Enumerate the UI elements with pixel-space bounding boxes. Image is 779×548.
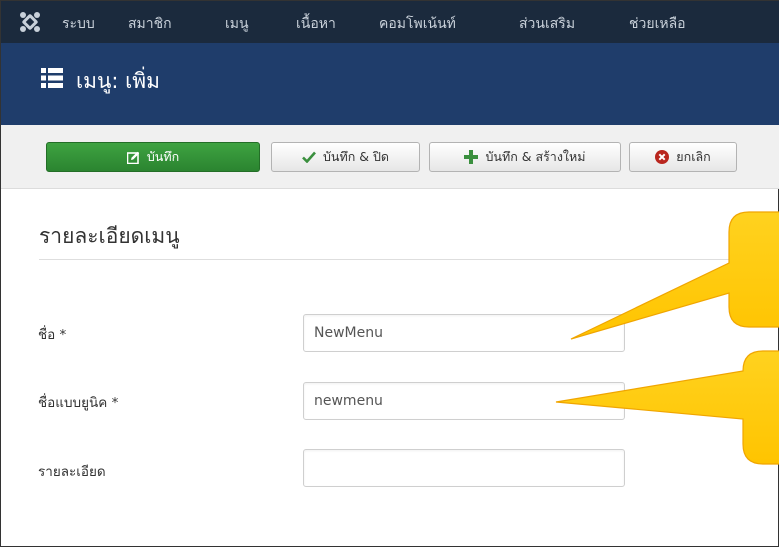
plus-icon	[464, 150, 479, 164]
top-navbar: ระบบ สมาชิก เมนู เนื้อหา คอมโพเน้นท์ ส่ว…	[1, 1, 779, 43]
section-title: รายละเอียดเมนู	[39, 224, 180, 248]
unique-name-field-label: ชื่อแบบยูนิค *	[38, 395, 119, 411]
title-field[interactable]	[303, 314, 625, 352]
joomla-logo-icon[interactable]	[19, 11, 41, 33]
cancel-button-label: ยกเลิก	[676, 149, 711, 164]
unique-name-field[interactable]	[303, 382, 625, 420]
nav-item-extensions[interactable]: ส่วนเสริม	[519, 13, 575, 35]
nav-item-content[interactable]: เนื้อหา	[296, 13, 336, 35]
save-button[interactable]: บันทึก	[46, 142, 260, 172]
title-field-label: ชื่อ *	[38, 327, 67, 343]
description-field[interactable]	[303, 449, 625, 487]
nav-item-help[interactable]: ช่วยเหลือ	[629, 13, 686, 35]
cancel-button[interactable]: ยกเลิก	[629, 142, 737, 172]
description-field-label: รายละเอียด	[38, 464, 106, 480]
page-header: เมนู: เพิ่ม	[1, 43, 779, 125]
checkmark-icon	[302, 151, 316, 163]
nav-item-users[interactable]: สมาชิก	[128, 13, 172, 35]
save-close-button[interactable]: บันทึก & ปิด	[271, 142, 420, 172]
save-button-label: บันทึก	[146, 149, 180, 164]
nav-item-system[interactable]: ระบบ	[62, 13, 95, 35]
save-new-button-label: บันทึก & สร้างใหม่	[485, 149, 586, 164]
section-divider	[39, 259, 779, 260]
save-new-button[interactable]: บันทึก & สร้างใหม่	[429, 142, 621, 172]
list-icon	[41, 68, 63, 88]
nav-item-components[interactable]: คอมโพเน้นท์	[379, 13, 456, 35]
toolbar: บันทึก บันทึก & ปิด บันทึก & สร้างใหม่ ย…	[1, 125, 779, 189]
page-title: เมนู: เพิ่ม	[76, 69, 160, 93]
save-close-button-label: บันทึก & ปิด	[322, 149, 390, 164]
x-circle-icon	[655, 150, 670, 164]
nav-item-menus[interactable]: เมนู	[225, 13, 249, 35]
edit-square-icon	[126, 151, 140, 164]
